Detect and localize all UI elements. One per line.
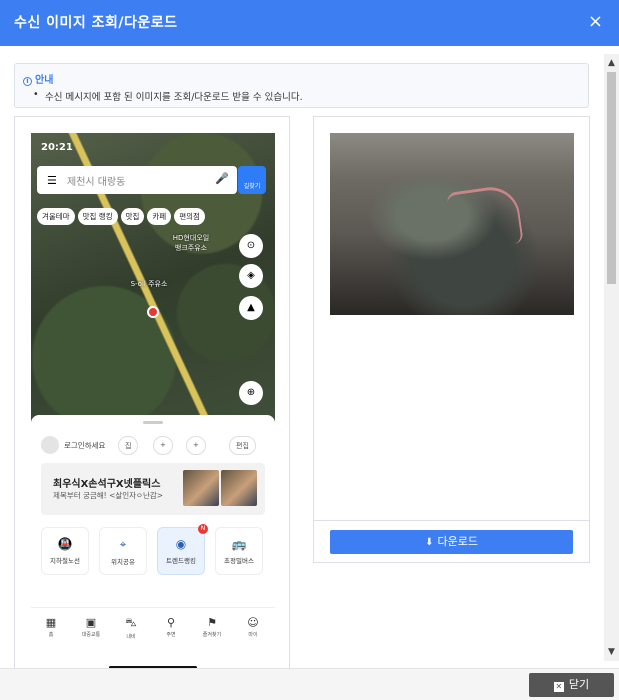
share-location-icon: ⌖	[119, 537, 127, 551]
bottom-sheet: 로그인하세요 집 + + 편집 최우식X손석구X넷플릭스 제목부터 궁금해! <…	[31, 415, 275, 668]
notice-box: i안내 수신 메시지에 포함 된 이미지를 조회/다운로드 받을 수 있습니다.	[14, 63, 589, 108]
dialog-titlebar: 수신 이미지 조회/다운로드 ×	[0, 0, 619, 46]
promo-banner: 최우식X손석구X넷플릭스 제목부터 궁금해! <살인자ㅇ난감>	[41, 463, 265, 515]
chip: 맛집 랭킹	[77, 208, 118, 225]
nav-label: 내비	[126, 634, 136, 640]
mic-icon: 🎤	[215, 172, 229, 185]
close-icon[interactable]: ×	[588, 11, 603, 32]
menu-icon: ☰	[47, 174, 57, 187]
promo-image	[183, 470, 219, 506]
scroll-down-icon[interactable]: ▼	[604, 645, 619, 659]
chip: 편의점	[174, 208, 205, 225]
dialog-footer: ✕ 닫기	[0, 668, 619, 700]
status-time: 20:21	[41, 142, 73, 153]
tile-bus: 🚌 초정밀버스	[215, 527, 263, 575]
tile-trend-ranking: ◉ 트렌드랭킹 N	[157, 524, 208, 575]
notice-text: 수신 메시지에 포함 된 이미지를 조회/다운로드 받을 수 있습니다.	[33, 89, 303, 103]
compass-icon: ▲	[239, 296, 263, 320]
tile-label: 위치공유	[111, 558, 135, 566]
image-download-dialog: 수신 이미지 조회/다운로드 × i안내 수신 메시지에 포함 된 이미지를 조…	[0, 0, 619, 700]
home-icon: ▦	[45, 616, 57, 629]
location-icon: ⊙	[239, 234, 263, 258]
chip: 맛집	[120, 208, 145, 225]
user-icon: ☺	[247, 616, 259, 629]
info-icon: i	[23, 77, 32, 86]
nav-label: 주변	[166, 632, 176, 638]
nav-transit: ▣ 대중교통	[76, 616, 106, 638]
nav-my: ☺ 마이	[238, 616, 268, 638]
subway-icon: 🚇	[57, 537, 73, 551]
dialog-title: 수신 이미지 조회/다운로드	[14, 15, 178, 31]
flag-pill: +	[186, 436, 206, 455]
login-text: 로그인하세요	[64, 441, 106, 450]
nav-navi: ⛍ 내비	[116, 616, 146, 640]
map-search-bar: ☰ 제천시 대랑동 🎤	[37, 166, 237, 194]
nav-label: 마이	[248, 632, 258, 638]
image-panel-2: ⬇ 다운로드	[313, 116, 590, 563]
road-damage	[446, 183, 524, 253]
sheet-handle	[143, 421, 163, 424]
nav-nearby: ⚲ 주변	[156, 616, 186, 638]
notice-heading-label: 안내	[35, 75, 54, 86]
scroll-up-icon[interactable]: ▲	[604, 56, 619, 70]
tile-label: 초정밀버스	[224, 557, 254, 565]
trend-icon: ◉	[175, 537, 187, 551]
nav-home: ▦ 홈	[36, 616, 66, 638]
close-button-label: 닫기	[568, 678, 590, 691]
vertical-scrollbar[interactable]: ▲ ▼	[604, 54, 619, 661]
gps-icon: ⊕	[239, 381, 263, 405]
category-chips: 겨울테마 맛집 랭킹 맛집 카페 편의점	[37, 204, 208, 225]
tile-subway: 🚇 지하철노선	[41, 527, 89, 575]
chip: 겨울테마	[37, 208, 75, 225]
map-screenshot-image: 20:21 ☰ 제천시 대랑동 🎤 길찾기 겨울테마 맛집 랭킹 맛집 카페 편의점 H…	[31, 133, 275, 668]
nav-label: 대중교통	[81, 632, 101, 638]
map-label: S-oil 주유소	[130, 280, 168, 288]
bus-icon: 🚌	[231, 537, 247, 551]
tile-share-location: ⌖ 위치공유	[99, 527, 147, 575]
transit-icon: ▣	[85, 616, 97, 629]
map-search-text: 제천시 대랑동	[67, 177, 126, 188]
image-panel-1: 20:21 ☰ 제천시 대랑동 🎤 길찾기 겨울테마 맛집 랭킹 맛집 카페 편의점 H…	[14, 116, 290, 668]
route-button: 길찾기	[238, 166, 266, 194]
dialog-body: i안내 수신 메시지에 포함 된 이미지를 조회/다운로드 받을 수 있습니다.…	[0, 46, 604, 668]
pothole-photo	[330, 133, 574, 315]
edit-pill: 편집	[229, 436, 256, 455]
notice-heading: i 안내	[23, 71, 53, 86]
layers-icon: ◈	[239, 264, 263, 288]
tile-label: 트렌드랭킹	[166, 557, 196, 565]
nav-favorites: ⚑ 즐겨찾기	[197, 616, 227, 638]
add-pill: +	[153, 436, 173, 455]
home-pill: 집	[118, 436, 139, 455]
pin-icon: ⚲	[166, 616, 176, 629]
login-row: 로그인하세요 집 + + 편집	[41, 435, 271, 457]
chip: 카페	[147, 208, 172, 225]
map-label: HD현대오일뱅크주유소	[172, 234, 210, 252]
divider	[314, 520, 589, 521]
car-icon: ⛍	[125, 616, 137, 629]
scroll-thumb[interactable]	[607, 72, 616, 284]
close-button[interactable]: ✕ 닫기	[529, 673, 614, 697]
close-x-icon: ✕	[553, 682, 564, 692]
bookmark-icon: ⚑	[207, 616, 217, 629]
nav-label: 홈	[48, 632, 54, 638]
avatar	[41, 436, 59, 454]
nav-label: 즐겨찾기	[202, 632, 222, 638]
location-pin-icon	[147, 306, 159, 318]
bottom-nav: ▦ 홈 ▣ 대중교통 ⛍ 내비 ⚲ 주변 ⚑ 즐겨찾기 ☺ 마이	[31, 607, 275, 657]
new-badge: N	[198, 524, 208, 534]
tile-label: 지하철노선	[50, 557, 80, 565]
download-icon: ⬇	[425, 537, 434, 548]
download-label: 다운로드	[437, 535, 478, 548]
promo-image	[221, 470, 257, 506]
promo-subtitle: 제목부터 궁금해! <살인자ㅇ난감>	[53, 491, 164, 500]
promo-title: 최우식X손석구X넷플릭스	[53, 479, 161, 490]
download-button[interactable]: ⬇ 다운로드	[330, 530, 573, 554]
